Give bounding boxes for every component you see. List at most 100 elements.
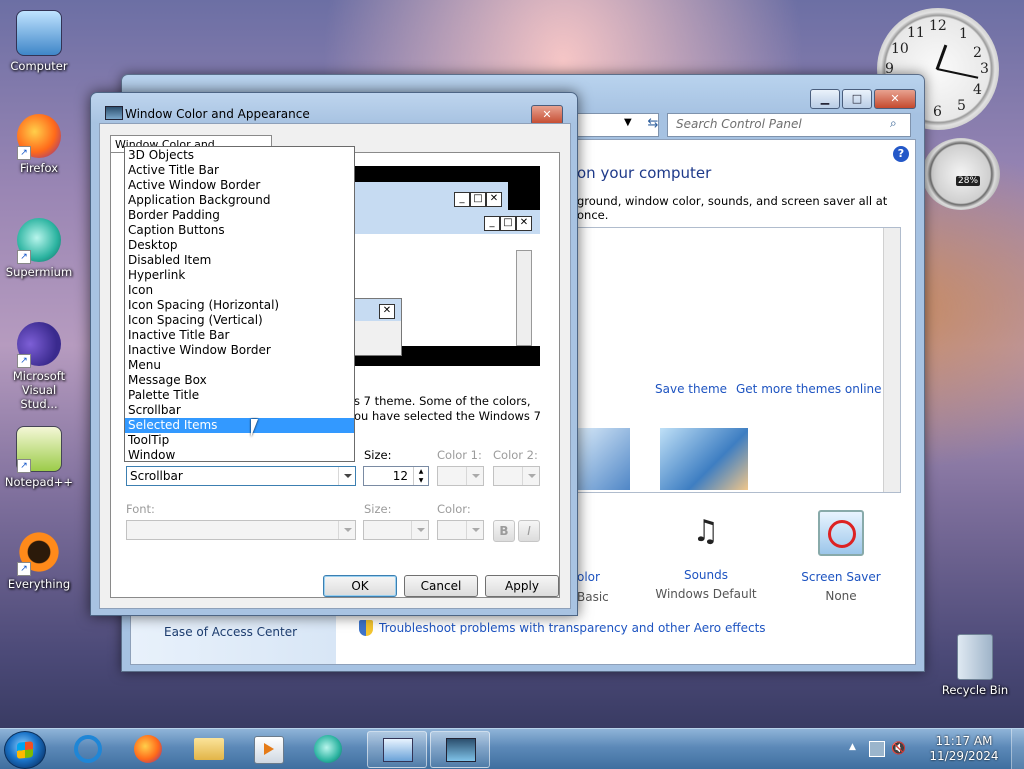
screen-saver-item[interactable]: Screen Saver None [786,510,896,603]
dropdown-item[interactable]: Scrollbar [125,403,354,418]
sounds-item[interactable]: ♫ Sounds Windows Default [646,510,766,601]
shortcut-arrow-icon: ↗ [17,354,31,368]
dropdown-item[interactable]: Menu [125,358,354,373]
stepper-arrows[interactable]: ▲ ▼ [413,467,428,485]
chevron-down-icon[interactable] [338,467,355,485]
dropdown-item[interactable]: Inactive Title Bar [125,328,354,343]
dropdown-item[interactable]: 3D Objects [125,148,354,163]
clock-numeral: 5 [957,98,966,114]
dropdown-item[interactable]: Palette Title [125,388,354,403]
bold-button[interactable]: B [493,520,515,542]
notepadpp-icon: ↗ [16,426,62,473]
dropdown-item[interactable]: Application Background [125,193,354,208]
ok-button[interactable]: OK [323,575,397,597]
desktop-icon-label: Everything [7,577,71,591]
network-icon[interactable] [869,741,885,757]
show-hidden-icons-button[interactable]: ▲ [849,742,856,752]
dropdown-item[interactable]: Icon Spacing (Vertical) [125,313,354,328]
dropdown-item[interactable]: Message Box [125,373,354,388]
desktop-icon-firefox[interactable]: ↗ Firefox [2,114,76,175]
dialog-close-button[interactable]: ✕ [531,105,563,125]
clock-numeral: 12 [929,18,947,34]
dropdown-item[interactable]: Inactive Window Border [125,343,354,358]
desktop-icon-computer[interactable]: Computer [2,10,76,73]
desktop-icon-notepadpp[interactable]: ↗ Notepad++ [2,426,76,489]
dropdown-item[interactable]: Window [125,448,354,463]
dropdown-item[interactable]: Active Window Border [125,178,354,193]
taskbar-explorer[interactable] [182,731,234,766]
play-icon [264,743,274,755]
dropdown-item[interactable]: Border Padding [125,208,354,223]
troubleshoot-link[interactable]: Troubleshoot problems with transparency … [379,621,766,635]
shield-icon [359,620,373,636]
theme-list-scrollbar[interactable] [883,228,900,492]
start-button[interactable] [4,731,46,769]
chevron-down-icon[interactable]: ▼ [624,117,632,128]
color1-picker[interactable] [437,466,484,486]
desktop-icon-visual-studio[interactable]: ↗ Microsoft Visual Stud... [2,322,76,411]
chevron-down-icon [466,467,483,485]
clock[interactable]: 11:17 AM 11/29/2024 [924,734,1004,764]
cancel-button[interactable]: Cancel [404,575,478,597]
dropdown-item[interactable]: Disabled Item [125,253,354,268]
theme-thumbnail[interactable] [578,428,630,490]
taskbar-control-panel[interactable] [367,731,427,768]
taskbar-ie[interactable] [62,731,114,766]
taskbar-window-color[interactable] [430,731,490,768]
minimize-button[interactable]: ▁ [810,89,840,109]
screen-saver-sub: None [825,589,857,603]
clock-numeral: 10 [891,41,909,57]
computer-icon [16,10,62,56]
item-dropdown-list[interactable]: 3D Objects Active Title Bar Active Window … [124,146,355,462]
volume-muted-icon[interactable]: 🔇 [891,741,906,755]
close-button[interactable]: ✕ [874,89,916,109]
close-icon: ✕ [379,304,395,319]
italic-button[interactable]: I [518,520,540,542]
clock-date: 11/29/2024 [929,749,999,763]
taskbar-firefox[interactable] [122,731,174,766]
dropdown-item[interactable]: Desktop [125,238,354,253]
theme-thumbnail[interactable] [660,428,748,490]
dropdown-item[interactable]: Active Title Bar [125,163,354,178]
maximize-button[interactable]: □ [842,89,872,109]
apply-button[interactable]: Apply [485,575,559,597]
dropdown-item[interactable]: Caption Buttons [125,223,354,238]
save-theme-link[interactable]: Save theme [655,382,727,396]
everything-icon: ↗ [17,530,61,576]
search-icon[interactable]: ⌕ [890,116,897,131]
dropdown-item[interactable]: Hyperlink [125,268,354,283]
refresh-button[interactable]: ⇆ [642,113,664,135]
show-desktop-button[interactable] [1011,729,1024,769]
page-description: ground, window color, sounds, and screen… [577,194,888,222]
taskbar-supermium[interactable] [302,731,354,766]
size-stepper[interactable]: 12 ▲ ▼ [363,466,429,486]
desktop-icon-everything[interactable]: ↗ Everything [2,530,76,591]
taskbar-media-player[interactable] [242,731,294,766]
ease-of-access-link[interactable]: Ease of Access Center [164,625,297,639]
color2-picker[interactable] [493,466,540,486]
chevron-down-icon [522,467,539,485]
dropdown-item[interactable]: Selected Items [125,418,354,433]
dropdown-item[interactable]: ToolTip [125,433,354,448]
font-color-picker[interactable] [437,520,484,540]
appearance-preview: _ □ ✕ _ □ ✕ ✕ [352,166,540,386]
help-icon[interactable]: ? [893,146,909,162]
screen-saver-icon [818,510,864,556]
minimize-icon: _ [484,216,500,231]
desktop-icon-recycle-bin[interactable]: Recycle Bin [938,634,1012,697]
desktop-icon-supermium[interactable]: ↗ Supermium [2,218,76,279]
get-more-themes-link[interactable]: Get more themes online [736,382,882,396]
chevron-down-icon [466,521,483,539]
item-combo[interactable]: Scrollbar [126,466,356,486]
dropdown-item[interactable]: Icon [125,283,354,298]
font-combo[interactable] [126,520,356,540]
dropdown-item[interactable]: Icon Spacing (Horizontal) [125,298,354,313]
search-input[interactable]: Search Control Panel ⌕ [667,113,911,137]
cpu-meter-gadget[interactable]: 28% [922,138,1000,210]
desktop-icon-label: Recycle Bin [941,683,1009,697]
control-panel-icon [383,738,413,762]
font-size-combo[interactable] [363,520,429,540]
size-label: Size: [364,448,392,462]
clock-numeral: 11 [907,25,925,41]
item-combo-value: Scrollbar [130,469,183,483]
